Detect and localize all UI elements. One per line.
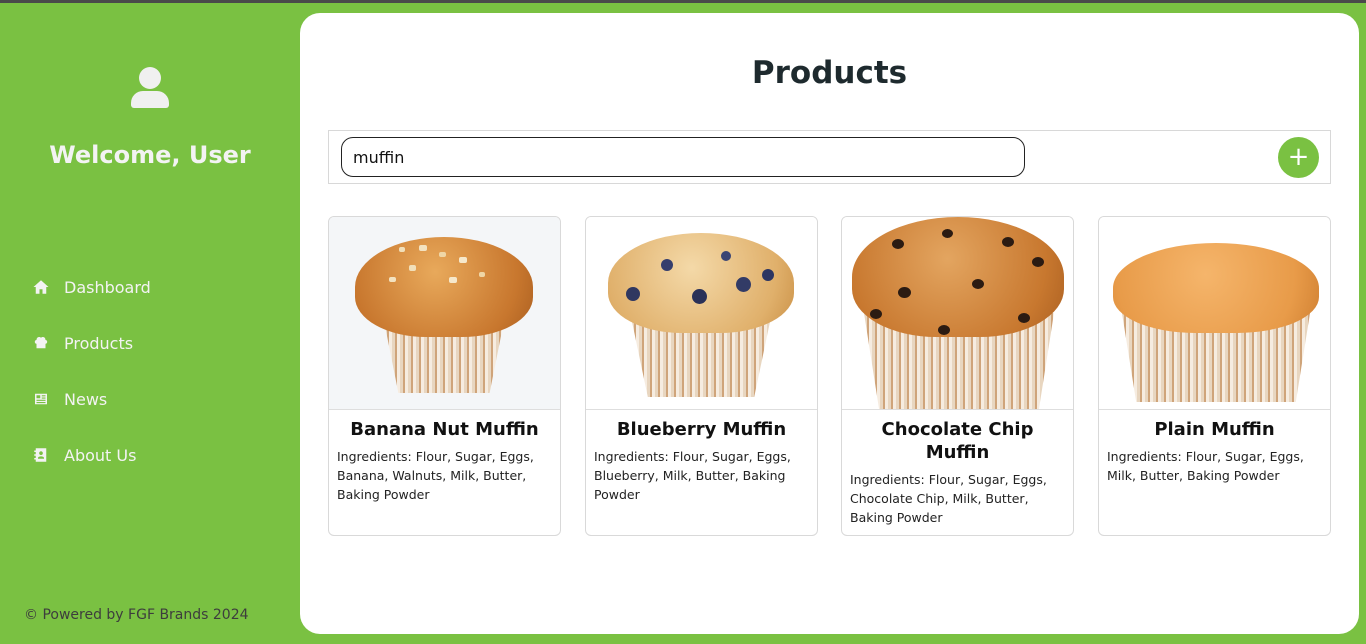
product-ingredients: Ingredients: Flour, Sugar, Eggs, Blueber… bbox=[594, 449, 791, 502]
product-name: Chocolate Chip Muffin bbox=[881, 419, 1034, 463]
product-grid: Banana Nut Muffin Ingredients: Flour, Su… bbox=[328, 216, 1331, 536]
sidebar-item-label: Dashboard bbox=[64, 277, 151, 297]
product-name: Blueberry Muffin bbox=[616, 419, 787, 440]
contact-book-icon bbox=[30, 444, 52, 466]
main-panel: Products + Banana Nut Muffin Ingredients… bbox=[300, 13, 1359, 634]
plain-muffin-image bbox=[1099, 217, 1330, 410]
banana-nut-muffin-image bbox=[329, 217, 560, 410]
sidebar: Welcome, User Dashboard Products News Ab… bbox=[0, 3, 300, 644]
footer-copyright: © Powered by FGF Brands 2024 bbox=[24, 607, 249, 623]
product-card[interactable]: Blueberry Muffin Ingredients: Flour, Sug… bbox=[585, 216, 818, 536]
user-avatar-icon bbox=[131, 67, 169, 111]
sidebar-item-about-us[interactable]: About Us bbox=[30, 437, 280, 473]
home-icon bbox=[30, 276, 52, 298]
product-name: Plain Muffin bbox=[1154, 419, 1275, 440]
product-ingredients: Ingredients: Flour, Sugar, Eggs, Banana,… bbox=[337, 449, 534, 502]
sidebar-item-products[interactable]: Products bbox=[30, 325, 280, 361]
product-card[interactable]: Banana Nut Muffin Ingredients: Flour, Su… bbox=[328, 216, 561, 536]
sidebar-nav: Dashboard Products News About Us bbox=[30, 269, 280, 493]
search-bar: + bbox=[328, 130, 1331, 184]
chocolate-chip-muffin-image bbox=[842, 217, 1073, 410]
blueberry-muffin-image bbox=[586, 217, 817, 410]
product-card[interactable]: Plain Muffin Ingredients: Flour, Sugar, … bbox=[1098, 216, 1331, 536]
search-input[interactable] bbox=[341, 137, 1025, 177]
sidebar-item-label: News bbox=[64, 389, 108, 409]
newspaper-icon bbox=[30, 388, 52, 410]
add-product-button[interactable]: + bbox=[1278, 137, 1319, 178]
sidebar-item-news[interactable]: News bbox=[30, 381, 280, 417]
product-card[interactable]: Chocolate Chip Muffin Ingredients: Flour… bbox=[841, 216, 1074, 536]
sidebar-item-dashboard[interactable]: Dashboard bbox=[30, 269, 280, 305]
chef-hat-icon bbox=[30, 332, 52, 354]
product-ingredients: Ingredients: Flour, Sugar, Eggs, Chocola… bbox=[850, 472, 1047, 525]
sidebar-item-label: Products bbox=[64, 333, 134, 353]
product-ingredients: Ingredients: Flour, Sugar, Eggs, Milk, B… bbox=[1107, 449, 1304, 483]
sidebar-item-label: About Us bbox=[64, 445, 137, 465]
product-name: Banana Nut Muffin bbox=[350, 419, 539, 440]
page-title: Products bbox=[751, 55, 908, 91]
welcome-message: Welcome, User bbox=[49, 141, 251, 169]
